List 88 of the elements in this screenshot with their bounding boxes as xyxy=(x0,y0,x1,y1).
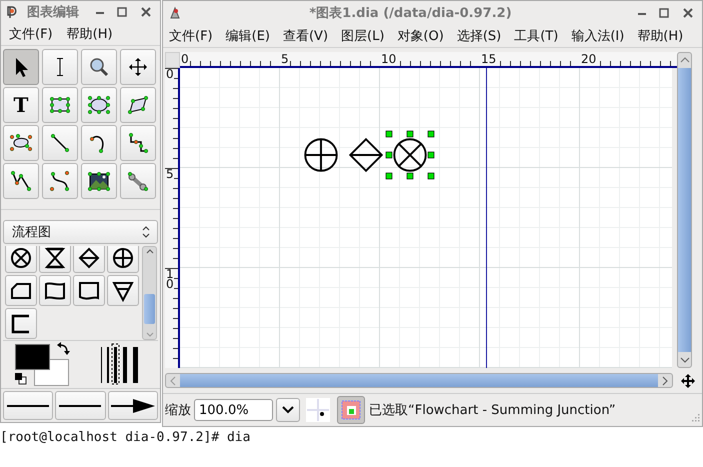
tool-button[interactable] xyxy=(81,48,117,85)
menu-item[interactable]: 图层(L) xyxy=(341,27,384,45)
diamond-icon xyxy=(77,246,101,270)
shape-button[interactable] xyxy=(5,275,37,306)
ruler-label: 0 xyxy=(180,52,189,66)
scrollbar-thumb[interactable] xyxy=(678,68,691,352)
ruler-label: 10 xyxy=(165,269,174,289)
scrollbar[interactable] xyxy=(142,246,157,340)
menu-item[interactable]: 文件(F) xyxy=(9,25,53,44)
chevron-down-icon xyxy=(282,406,294,414)
foreground-color-swatch[interactable] xyxy=(15,344,50,370)
up-down-caret-icon xyxy=(141,225,151,240)
tool-button[interactable] xyxy=(3,124,39,161)
menu-item[interactable]: 对象(O) xyxy=(397,27,444,45)
status-text: 已选取“Flowchart - Summing Junction” xyxy=(369,402,616,419)
line-style-button[interactable] xyxy=(55,391,106,420)
shape-button[interactable] xyxy=(5,308,37,340)
zoom-label: 缩放 xyxy=(165,402,191,419)
connection-points-icon xyxy=(341,400,361,420)
circle-plus-icon xyxy=(111,246,135,270)
ruler-label: 20 xyxy=(580,52,596,66)
tool-button[interactable] xyxy=(3,162,39,199)
line-style-button[interactable] xyxy=(3,391,54,420)
ruler-label: 5 xyxy=(165,169,174,179)
minimize-icon xyxy=(638,13,646,15)
polyline-icon xyxy=(9,168,33,193)
swap-arrow-icon xyxy=(56,342,70,356)
close-icon xyxy=(140,6,152,18)
line-icon xyxy=(7,404,50,406)
sheet-dropdown[interactable]: 流程图 xyxy=(3,220,158,244)
tool-button[interactable] xyxy=(3,48,39,85)
maximize-icon xyxy=(116,6,128,18)
line-icon xyxy=(59,404,102,406)
line-style-button[interactable] xyxy=(108,391,158,420)
horizontal-scrollbar[interactable] xyxy=(165,373,673,388)
tool-button[interactable] xyxy=(120,86,156,123)
tool-button[interactable] xyxy=(81,86,117,123)
tool-button[interactable] xyxy=(120,124,156,161)
tool-button[interactable] xyxy=(42,86,78,123)
ruler-label: 5 xyxy=(280,52,289,66)
shape-button[interactable] xyxy=(5,246,37,274)
arrow-icon xyxy=(110,398,155,412)
menu-item[interactable]: 输入法(I) xyxy=(571,27,624,45)
object-snap-button[interactable] xyxy=(337,396,365,424)
ruler-label: 0 xyxy=(165,69,174,79)
shape-button[interactable] xyxy=(107,275,139,306)
menu-item[interactable]: 选择(S) xyxy=(456,27,502,45)
shape-button[interactable] xyxy=(39,246,71,274)
vertical-scrollbar[interactable] xyxy=(677,52,692,368)
scrollbar-thumb[interactable] xyxy=(180,374,658,387)
default-colors-icon xyxy=(15,373,27,386)
maximize-icon xyxy=(658,7,670,19)
zigzag-line-icon xyxy=(126,130,150,155)
terminal-line: [root@localhost dia-0.97.2]# dia xyxy=(0,429,250,446)
window-title: 图表编辑 xyxy=(27,4,80,22)
zoom-dropdown-button[interactable] xyxy=(276,398,300,422)
ruler-corner xyxy=(165,52,180,68)
bezier-curve-icon xyxy=(48,168,72,193)
window-title: *图表1.dia (/data/dia-0.97.2) xyxy=(308,5,513,22)
menu-item[interactable]: 查看(V) xyxy=(282,27,328,45)
resize-grip-icon xyxy=(690,414,700,424)
text-cursor-icon xyxy=(56,58,64,76)
ruler-label: 10 xyxy=(380,52,396,66)
minimize-icon xyxy=(96,12,104,14)
menu-item[interactable]: 帮助(H) xyxy=(66,25,113,44)
tool-button[interactable] xyxy=(42,48,78,85)
zoom-field[interactable]: 100.0% xyxy=(194,399,273,421)
hourglass-icon xyxy=(43,246,67,270)
shape-button[interactable] xyxy=(73,246,105,274)
menu-item[interactable]: 帮助(H) xyxy=(637,27,684,45)
menu-item[interactable]: 文件(F) xyxy=(169,27,213,45)
close-icon xyxy=(682,7,694,19)
grid-dot-icon xyxy=(307,399,329,421)
menu-item[interactable]: 工具(T) xyxy=(514,27,558,45)
shape-button[interactable] xyxy=(73,275,105,306)
snap-to-grid-button[interactable] xyxy=(306,398,330,422)
tool-button[interactable]: T xyxy=(3,86,39,123)
shape-button[interactable] xyxy=(107,246,139,274)
tool-button[interactable] xyxy=(42,162,78,199)
circle-cross-icon xyxy=(9,246,33,270)
scrollbar-thumb[interactable] xyxy=(144,294,155,324)
menu-item[interactable]: 编辑(E) xyxy=(226,27,270,45)
tool-button[interactable] xyxy=(120,48,156,85)
shape-button[interactable] xyxy=(39,275,71,306)
ruler-label: 15 xyxy=(480,52,496,66)
tool-button[interactable] xyxy=(81,162,117,199)
tool-button[interactable] xyxy=(81,124,117,161)
navigation-icon xyxy=(681,374,695,388)
